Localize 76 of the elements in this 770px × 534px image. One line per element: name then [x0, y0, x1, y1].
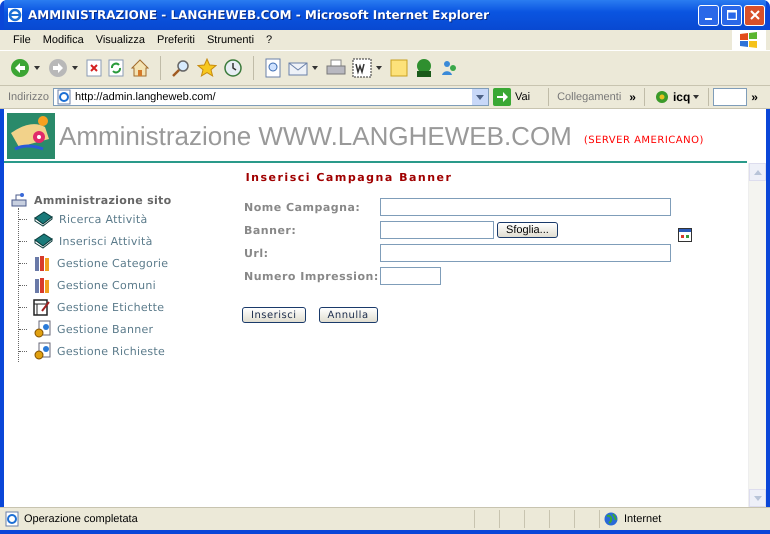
- sidebar-link[interactable]: Gestione Richieste: [57, 344, 166, 358]
- field-label: Numero Impression:: [243, 270, 380, 282]
- sidebar-link[interactable]: Inserisci Attività: [59, 234, 153, 248]
- note-icon[interactable]: [390, 59, 408, 77]
- caret-icon[interactable]: [376, 66, 382, 70]
- menu-item[interactable]: Visualizza: [92, 34, 154, 46]
- text-field[interactable]: [380, 198, 671, 216]
- printer-icon[interactable]: [326, 59, 346, 77]
- field-label: Nome Campagna:: [243, 200, 362, 214]
- sidebar-link[interactable]: Gestione Categorie: [57, 256, 168, 270]
- sidebar-link[interactable]: Ricerca Attività: [59, 212, 148, 226]
- close-icon: [750, 10, 760, 20]
- minimize-icon: [705, 18, 712, 20]
- gear-document-icon: [33, 320, 51, 338]
- flower-icon: [654, 89, 670, 105]
- document-icon[interactable]: [352, 58, 372, 78]
- maximize-icon: [726, 10, 736, 20]
- search-icon[interactable]: [171, 58, 191, 78]
- menu-item[interactable]: ?: [262, 34, 280, 46]
- field-label: Banner:: [243, 224, 298, 236]
- form-button[interactable]: Annulla: [318, 307, 378, 323]
- go-button[interactable]: Vai: [492, 88, 544, 106]
- menu-item[interactable]: Strumenti: [202, 34, 262, 46]
- gear-document-icon: [33, 342, 51, 360]
- field-label: Url:: [243, 246, 270, 260]
- caret-icon[interactable]: [72, 66, 78, 70]
- file-path-field[interactable]: [380, 221, 494, 239]
- clock-icon[interactable]: [223, 58, 243, 78]
- text-field[interactable]: [380, 244, 671, 262]
- zone-text: Internet: [624, 513, 662, 525]
- number-field[interactable]: [380, 267, 441, 285]
- menu-item[interactable]: Modifica: [38, 34, 92, 46]
- notepad-icon: [33, 298, 51, 316]
- browser-icon: [7, 7, 23, 23]
- book-icon: [33, 233, 53, 249]
- links-label[interactable]: Collegamenti: [553, 91, 626, 103]
- sidebar-heading: Amministrazione sito: [34, 194, 172, 206]
- window-icon: [678, 228, 692, 242]
- minimize-button[interactable]: [698, 4, 719, 26]
- logo-icon: [7, 113, 55, 159]
- caret-icon: [476, 94, 484, 100]
- menu-item[interactable]: Preferiti: [153, 34, 203, 46]
- refresh-icon[interactable]: [108, 59, 124, 77]
- caret-icon: [693, 95, 700, 99]
- stop-icon[interactable]: [86, 59, 102, 77]
- close-button[interactable]: [744, 4, 765, 26]
- binders-icon: [33, 254, 51, 272]
- sidebar-link[interactable]: Gestione Etichette: [57, 300, 164, 314]
- star-icon[interactable]: [197, 58, 217, 78]
- caret-icon[interactable]: [34, 66, 40, 70]
- window-title: AMMINISTRAZIONE - LANGHEWEB.COM - Microsoft Internet Explorer: [28, 8, 490, 22]
- address-field[interactable]: http://admin.langheweb.com/: [52, 88, 489, 106]
- address-label: Indirizzo: [8, 91, 49, 103]
- dropdown-button[interactable]: [472, 89, 488, 105]
- server-label: (SERVER AMERICANO): [584, 134, 704, 146]
- menu-item[interactable]: File: [9, 34, 39, 46]
- caret-icon[interactable]: [312, 66, 318, 70]
- globe-icon: [604, 512, 618, 526]
- sidebar-link[interactable]: Gestione Banner: [57, 322, 154, 336]
- page-title: Inserisci Campagna Banner: [244, 171, 454, 184]
- toolbar-button[interactable]: icq: [648, 89, 704, 105]
- chevron-button[interactable]: »: [751, 90, 762, 104]
- site-title: Amministrazione WWW.LANGHEWEB.COM: [59, 120, 572, 152]
- status-text: Operazione completata: [24, 513, 138, 525]
- browse-button[interactable]: Sfoglia...: [497, 222, 558, 238]
- book-icon: [33, 211, 53, 227]
- page-icon: [56, 89, 72, 105]
- form-button[interactable]: Inserisci: [242, 307, 306, 323]
- chevron-button[interactable]: »: [629, 90, 640, 104]
- binders-icon: [33, 276, 51, 294]
- toolbar-input-field[interactable]: [713, 88, 748, 106]
- home-icon[interactable]: [130, 58, 150, 78]
- document-icon[interactable]: [264, 58, 282, 78]
- maximize-button[interactable]: [721, 4, 742, 26]
- page-icon: [4, 511, 20, 527]
- sidebar-link[interactable]: Gestione Comuni: [57, 278, 156, 292]
